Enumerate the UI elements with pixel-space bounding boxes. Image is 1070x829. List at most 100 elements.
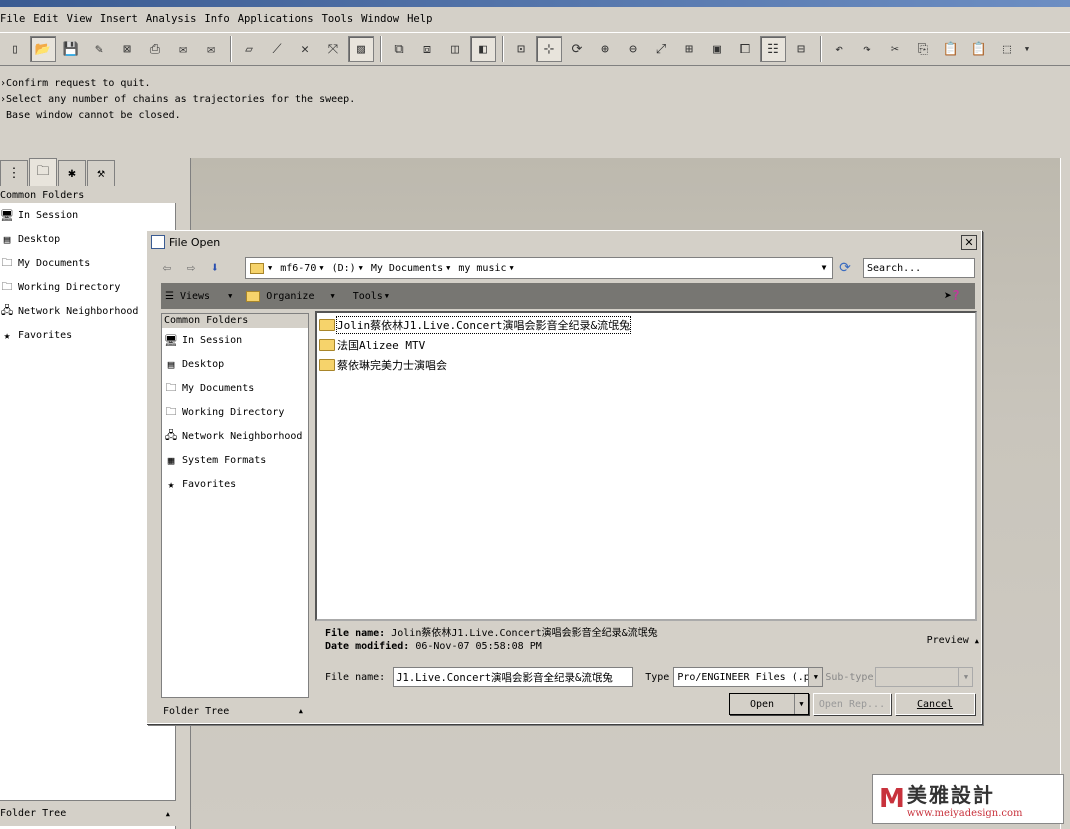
crumb-computer[interactable]: mf6-70 bbox=[280, 263, 316, 274]
chevron-down-icon[interactable]: ▼ bbox=[319, 264, 323, 272]
menu-file[interactable]: File bbox=[0, 13, 29, 25]
rename-icon[interactable]: ✎ bbox=[86, 36, 112, 62]
down-arrow-icon[interactable]: ⬇ bbox=[203, 260, 227, 276]
menu-analysis[interactable]: Analysis bbox=[142, 13, 201, 25]
zoom-in-icon[interactable]: ⊕ bbox=[592, 36, 618, 62]
chevron-down-icon: ▼ bbox=[808, 668, 823, 686]
orient-mode-icon[interactable]: ⟳ bbox=[564, 36, 590, 62]
cancel-button[interactable]: Cancel bbox=[895, 693, 975, 715]
preview-toggle[interactable]: Preview ▲ bbox=[919, 635, 979, 649]
organize-menu-button[interactable]: Organize ▼ bbox=[246, 290, 335, 302]
datum-planes-icon[interactable]: ▱ bbox=[236, 36, 262, 62]
coordinate-systems-icon[interactable]: ⤧ bbox=[320, 36, 346, 62]
open-button[interactable]: Open ▼ bbox=[729, 693, 809, 715]
file-type-select[interactable]: Pro/ENGINEER Files (.prt,.asm,...)▼ bbox=[673, 667, 824, 687]
toolbar-separator bbox=[380, 36, 382, 62]
cf-system-formats[interactable]: ▦ System Formats bbox=[164, 448, 308, 472]
views-menu-button[interactable]: ☰ Views ▼ bbox=[165, 291, 232, 302]
menu-tools[interactable]: Tools bbox=[318, 13, 358, 25]
cf-favorites[interactable]: ★ Favorites bbox=[164, 472, 308, 496]
refit-icon[interactable]: ⤢ bbox=[648, 36, 674, 62]
print-icon[interactable]: ⎙ bbox=[142, 36, 168, 62]
connections-tab-icon[interactable]: ⚒ bbox=[87, 160, 115, 186]
chevron-down-icon[interactable]: ▼ bbox=[446, 264, 450, 272]
layers-icon[interactable]: ⧠ bbox=[732, 36, 758, 62]
chevron-down-icon[interactable]: ▼ bbox=[359, 264, 363, 272]
new-file-icon[interactable]: ▯ bbox=[2, 36, 28, 62]
datum-points-icon[interactable]: ✕ bbox=[292, 36, 318, 62]
view-manager-icon[interactable]: ⊟ bbox=[788, 36, 814, 62]
forward-arrow-icon[interactable]: ⇨ bbox=[179, 260, 203, 276]
reorient-icon[interactable]: ⊞ bbox=[676, 36, 702, 62]
desktop-icon: ▤ bbox=[167, 357, 175, 371]
datum-axes-icon[interactable]: ⟋ bbox=[264, 36, 290, 62]
list-item[interactable]: Jolin蔡依林J1.Live.Concert演唱会影音全纪录&流氓兔 bbox=[319, 315, 973, 335]
close-window-icon[interactable]: ⊠ bbox=[114, 36, 140, 62]
menu-applications[interactable]: Applications bbox=[234, 13, 318, 25]
redo-icon[interactable]: ↷ bbox=[854, 36, 880, 62]
file-name-input[interactable] bbox=[393, 667, 634, 687]
path-breadcrumb[interactable]: ▼ mf6-70 ▼ (D:) ▼ My Documents ▼ my musi… bbox=[245, 257, 833, 279]
model-tree-tab-icon[interactable]: ⋮ bbox=[0, 160, 28, 186]
wireframe-icon[interactable]: ⧉ bbox=[386, 36, 412, 62]
folder-browser-tab-icon[interactable]: 🗀 bbox=[29, 158, 57, 186]
open-file-icon[interactable]: 📂 bbox=[30, 36, 56, 62]
list-item[interactable]: 蔡依琳完美力士演唱会 bbox=[319, 355, 973, 375]
chevron-down-icon[interactable]: ▼ bbox=[794, 694, 808, 714]
crumb-my-music[interactable]: my music bbox=[458, 263, 506, 274]
copy-icon[interactable]: ⎘ bbox=[910, 36, 936, 62]
nav-folder-in-session[interactable]: 🖥 In Session bbox=[0, 203, 175, 227]
menu-view[interactable]: View bbox=[63, 13, 96, 25]
toolbar-separator bbox=[502, 36, 504, 62]
paste-special-icon[interactable]: 📋 bbox=[966, 36, 992, 62]
cf-network-neighborhood[interactable]: 🖧 Network Neighborhood bbox=[164, 424, 308, 448]
menu-window[interactable]: Window bbox=[357, 13, 403, 25]
favorites-tab-icon[interactable]: ✱ bbox=[58, 160, 86, 186]
close-icon[interactable]: ✕ bbox=[961, 235, 977, 250]
navigator-folder-tree-toggle[interactable]: Folder Tree ▲ bbox=[0, 800, 176, 826]
list-item[interactable]: 法国Alizee MTV bbox=[319, 335, 973, 355]
refresh-icon[interactable]: ⟳ bbox=[835, 257, 855, 279]
folder-tree-toggle[interactable]: Folder Tree ▲ bbox=[161, 701, 309, 721]
send-link-icon[interactable]: ✉ bbox=[198, 36, 224, 62]
menu-info[interactable]: Info bbox=[200, 13, 233, 25]
watermark-url: www.meiyadesign.com bbox=[906, 808, 1023, 819]
annotation-display-icon[interactable]: ▨ bbox=[348, 36, 374, 62]
hidden-line-icon[interactable]: ⧈ bbox=[414, 36, 440, 62]
help-icon[interactable]: ➤? bbox=[941, 287, 963, 305]
save-icon[interactable]: 💾 bbox=[58, 36, 84, 62]
chevron-down-icon[interactable]: ▼ bbox=[268, 264, 272, 272]
model-tree-icon[interactable]: ☷ bbox=[760, 36, 786, 62]
back-arrow-icon[interactable]: ⇦ bbox=[155, 260, 179, 276]
paste-icon[interactable]: 📋 bbox=[938, 36, 964, 62]
path-history-dropdown[interactable]: ▼ bbox=[817, 258, 831, 276]
tools-menu-button[interactable]: Tools ▼ bbox=[353, 291, 389, 302]
send-mail-icon[interactable]: ✉ bbox=[170, 36, 196, 62]
cf-my-documents[interactable]: 🗀 My Documents bbox=[164, 376, 308, 400]
shading-icon[interactable]: ◧ bbox=[470, 36, 496, 62]
system-formats-icon: ▦ bbox=[167, 453, 175, 467]
no-hidden-icon[interactable]: ◫ bbox=[442, 36, 468, 62]
file-info: File name: Jolin蔡依林J1.Live.Concert演唱会影音全… bbox=[325, 627, 975, 655]
undo-icon[interactable]: ↶ bbox=[826, 36, 852, 62]
cf-desktop[interactable]: ▤ Desktop bbox=[164, 352, 308, 376]
cf-in-session[interactable]: 🖥 In Session bbox=[164, 328, 308, 352]
menu-edit[interactable]: Edit bbox=[29, 13, 62, 25]
list-view-icon: ☰ bbox=[165, 290, 174, 302]
file-list[interactable]: Jolin蔡依林J1.Live.Concert演唱会影音全纪录&流氓兔 法国Al… bbox=[315, 311, 977, 621]
selection-box-icon[interactable]: ⬚ bbox=[994, 36, 1020, 62]
cut-icon[interactable]: ✂ bbox=[882, 36, 908, 62]
chevron-down-icon[interactable]: ▼ bbox=[1022, 36, 1032, 62]
search-input[interactable] bbox=[863, 258, 975, 278]
chevron-down-icon[interactable]: ▼ bbox=[510, 264, 514, 272]
zoom-out-icon[interactable]: ⊖ bbox=[620, 36, 646, 62]
cf-working-directory[interactable]: 🗀 Working Directory bbox=[164, 400, 308, 424]
network-icon: 🖧 bbox=[0, 303, 14, 317]
menu-help[interactable]: Help bbox=[403, 13, 436, 25]
saved-views-icon[interactable]: ▣ bbox=[704, 36, 730, 62]
spin-center-icon[interactable]: ⊹ bbox=[536, 36, 562, 62]
crumb-my-documents[interactable]: My Documents bbox=[371, 263, 443, 274]
menu-insert[interactable]: Insert bbox=[96, 13, 142, 25]
repaint-icon[interactable]: ⊡ bbox=[508, 36, 534, 62]
crumb-drive[interactable]: (D:) bbox=[332, 263, 356, 274]
